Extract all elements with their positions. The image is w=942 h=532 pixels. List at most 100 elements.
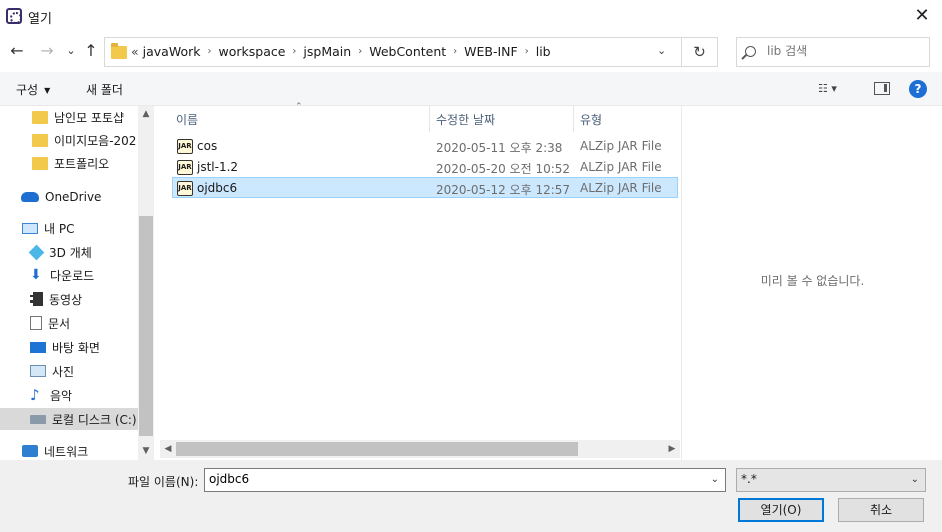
recent-locations-chevron-icon[interactable]: ⌄ bbox=[62, 42, 80, 60]
sidebar-item-label: 바탕 화면 bbox=[52, 340, 100, 355]
help-icon[interactable]: ? bbox=[909, 80, 927, 98]
breadcrumb-lib[interactable]: lib bbox=[536, 44, 551, 59]
file-type: ALZip JAR File bbox=[580, 181, 662, 195]
breadcrumb-overflow[interactable]: « bbox=[131, 44, 139, 59]
column-divider[interactable] bbox=[573, 106, 574, 132]
sidebar-item-label: 3D 개체 bbox=[49, 245, 92, 260]
chevron-down-icon: ▼ bbox=[44, 86, 51, 95]
sidebar-item-label: 네트워크 bbox=[44, 444, 89, 459]
search-icon bbox=[745, 46, 756, 57]
navigation-scrollbar[interactable]: ▲ ▼ bbox=[138, 106, 154, 460]
close-icon[interactable]: ✕ bbox=[910, 4, 934, 28]
file-date: 2020-05-20 오전 10:52 bbox=[436, 162, 571, 176]
file-type: ALZip JAR File bbox=[580, 139, 662, 153]
back-arrow-icon[interactable]: ← bbox=[8, 42, 26, 60]
cube-icon bbox=[28, 244, 45, 260]
pc-icon bbox=[22, 222, 38, 234]
file-date: 2020-05-12 오후 12:57 bbox=[436, 183, 571, 197]
filename-input[interactable] bbox=[209, 472, 689, 486]
sidebar-item-videos[interactable]: 동영상 bbox=[0, 288, 138, 310]
navigation-pane: 남인모 포토샵 이미지모음-202 포트폴리오 OneDrive 내 PC 3D… bbox=[0, 106, 138, 460]
preview-message: 미리 볼 수 없습니다. bbox=[760, 274, 865, 288]
file-name: ojdbc6 bbox=[197, 181, 238, 195]
up-arrow-icon[interactable]: ↑ bbox=[82, 42, 100, 60]
sidebar-item-downloads[interactable]: ⬇ 다운로드 bbox=[0, 264, 138, 286]
file-list-horizontal-scrollbar[interactable]: ◀ ▶ bbox=[160, 440, 680, 458]
scroll-right-icon[interactable]: ▶ bbox=[664, 440, 680, 458]
picture-icon bbox=[30, 365, 46, 377]
file-name: cos bbox=[197, 139, 218, 153]
file-row[interactable]: JAR jstl-1.2 2020-05-20 오전 10:52 ALZip J… bbox=[172, 156, 678, 177]
scrollbar-thumb[interactable] bbox=[176, 442, 578, 456]
breadcrumb-workspace[interactable]: workspace bbox=[219, 44, 286, 59]
breadcrumb: « javaWork › workspace › jspMain › WebCo… bbox=[131, 44, 551, 59]
sidebar-item-photoshop[interactable]: 남인모 포토샵 bbox=[0, 106, 138, 128]
sidebar-item-pictures[interactable]: 사진 bbox=[0, 360, 138, 382]
scrollbar-thumb[interactable] bbox=[139, 216, 153, 436]
breadcrumb-jspmain[interactable]: jspMain bbox=[303, 44, 351, 59]
breadcrumb-web-inf[interactable]: WEB-INF bbox=[464, 44, 518, 59]
file-type: ALZip JAR File bbox=[580, 160, 662, 174]
refresh-button[interactable]: ↻ bbox=[682, 37, 718, 67]
forward-arrow-icon[interactable]: → bbox=[38, 42, 56, 60]
sidebar-item-label: 다운로드 bbox=[50, 268, 95, 283]
breadcrumb-webcontent[interactable]: WebContent bbox=[369, 44, 446, 59]
sidebar-item-network[interactable]: 네트워크 bbox=[0, 440, 138, 460]
sidebar-item-label: 남인모 포토샵 bbox=[54, 110, 125, 125]
breadcrumb-separator[interactable]: › bbox=[208, 46, 212, 57]
sidebar-item-onedrive[interactable]: OneDrive bbox=[0, 186, 138, 208]
sidebar-item-portfolio[interactable]: 포트폴리오 bbox=[0, 152, 138, 174]
open-button[interactable]: 열기(O) bbox=[738, 498, 824, 522]
address-bar[interactable]: « javaWork › workspace › jspMain › WebCo… bbox=[104, 37, 682, 67]
breadcrumb-separator[interactable]: › bbox=[292, 46, 296, 57]
sort-ascending-icon: ⌃ bbox=[295, 102, 303, 112]
sidebar-item-documents[interactable]: 문서 bbox=[0, 312, 138, 334]
search-box[interactable] bbox=[736, 37, 930, 67]
video-icon bbox=[30, 292, 43, 306]
scroll-left-icon[interactable]: ◀ bbox=[160, 440, 176, 458]
column-divider[interactable] bbox=[429, 106, 430, 132]
window-title: 열기 bbox=[28, 12, 52, 27]
sidebar-item-label: 로컬 디스크 (C:) bbox=[52, 412, 137, 427]
jar-file-icon: JAR bbox=[177, 160, 193, 175]
change-view-icon[interactable]: ☷ ▾ bbox=[818, 82, 848, 96]
scroll-up-icon[interactable]: ▲ bbox=[138, 106, 154, 123]
filetype-select[interactable]: *.* ⌄ bbox=[736, 468, 926, 492]
sidebar-item-label: 이미지모음-202 bbox=[54, 133, 137, 148]
filename-combobox[interactable]: ⌄ bbox=[204, 468, 726, 492]
new-folder-button[interactable]: 새 폴더 bbox=[86, 81, 123, 98]
network-icon bbox=[22, 445, 38, 457]
chevron-down-icon[interactable]: ⌄ bbox=[911, 474, 919, 485]
file-row-selected[interactable]: JAR ojdbc6 2020-05-12 오후 12:57 ALZip JAR… bbox=[172, 177, 678, 198]
sidebar-item-images[interactable]: 이미지모음-202 bbox=[0, 129, 138, 151]
filename-label: 파일 이름(N): bbox=[128, 475, 199, 489]
breadcrumb-separator[interactable]: › bbox=[358, 46, 362, 57]
sidebar-item-desktop[interactable]: 바탕 화면 bbox=[0, 336, 138, 358]
chevron-down-icon[interactable]: ⌄ bbox=[711, 474, 719, 485]
breadcrumb-separator[interactable]: › bbox=[453, 46, 457, 57]
sidebar-item-this-pc[interactable]: 내 PC bbox=[0, 217, 138, 239]
file-date: 2020-05-11 오후 2:38 bbox=[436, 141, 563, 155]
sidebar-item-label: 포트폴리오 bbox=[54, 156, 110, 171]
scroll-down-icon[interactable]: ▼ bbox=[138, 443, 154, 460]
column-header-type[interactable]: 유형 bbox=[580, 111, 602, 128]
cancel-button[interactable]: 취소 bbox=[838, 498, 924, 522]
column-header-date[interactable]: 수정한 날짜 bbox=[436, 111, 495, 128]
preview-pane-icon[interactable] bbox=[874, 82, 890, 95]
sidebar-item-label: OneDrive bbox=[45, 190, 102, 204]
search-input[interactable] bbox=[767, 44, 917, 58]
sidebar-item-label: 사진 bbox=[52, 364, 75, 379]
breadcrumb-javawork[interactable]: javaWork bbox=[143, 44, 201, 59]
sidebar-item-music[interactable]: ♪ 음악 bbox=[0, 384, 138, 406]
sidebar-item-label: 내 PC bbox=[44, 221, 75, 236]
jar-file-icon: JAR bbox=[177, 139, 193, 154]
breadcrumb-separator[interactable]: › bbox=[525, 46, 529, 57]
sidebar-item-local-disk[interactable]: 로컬 디스크 (C:) bbox=[0, 408, 138, 430]
file-row[interactable]: JAR cos 2020-05-11 오후 2:38 ALZip JAR Fil… bbox=[172, 135, 678, 156]
column-header-row: ⌃ 이름 수정한 날짜 유형 bbox=[160, 102, 680, 132]
column-header-name[interactable]: 이름 bbox=[176, 111, 198, 128]
organize-button[interactable]: 구성 ▼ bbox=[16, 81, 50, 98]
address-dropdown-chevron-icon[interactable]: ⌄ bbox=[657, 44, 666, 57]
sidebar-item-3d-objects[interactable]: 3D 개체 bbox=[0, 241, 138, 263]
download-icon: ⬇ bbox=[30, 267, 42, 283]
